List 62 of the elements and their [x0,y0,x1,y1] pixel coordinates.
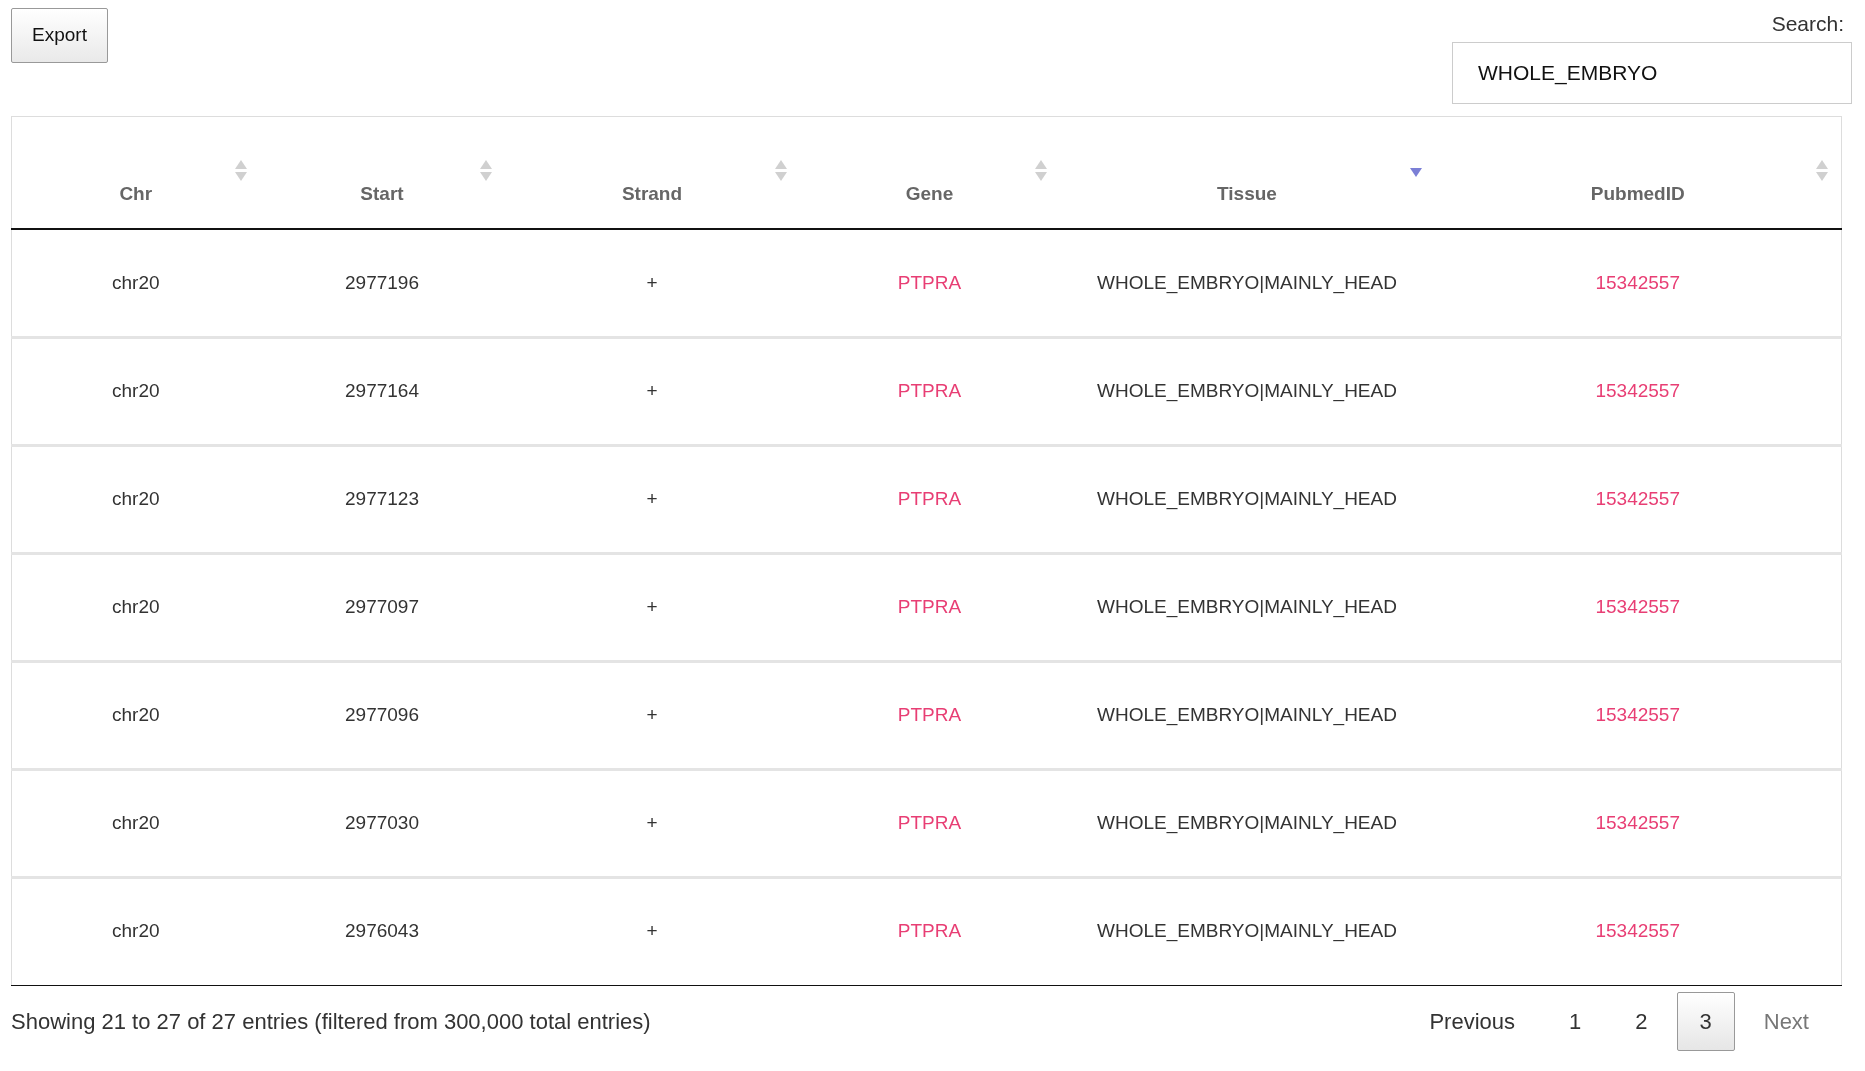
column-header[interactable]: Chr [119,182,153,204]
pubmed-link[interactable]: 15342557 [1595,595,1680,617]
strand-cell: + [646,595,658,617]
sort-arrow-icon[interactable] [1408,166,1423,179]
search-label: Search: [1771,11,1844,37]
chr-cell: chr20 [112,920,160,942]
gene-link[interactable]: PTPRA [897,703,962,725]
gene-link[interactable]: PTPRA [897,487,962,509]
gene-link[interactable]: PTPRA [897,379,962,401]
search-field[interactable]: WHOLE_EMBRYO [1452,41,1852,104]
gene-link[interactable]: PTPRA [897,595,962,617]
sort-arrows-icon[interactable] [233,158,248,183]
start-cell: 2977164 [345,379,419,401]
table-info-text: Showing 21 to 27 of 27 entries (filtered from 300,000 total entries) [11,1007,651,1036]
pubmed-link[interactable]: 15342557 [1595,487,1680,509]
strand-cell: + [646,379,658,401]
pubmed-link[interactable]: 15342557 [1595,703,1680,725]
start-cell: 2977096 [345,703,419,725]
previous-page-button[interactable]: Previous [1404,991,1540,1051]
chr-cell: chr20 [112,703,160,725]
sort-arrows-icon[interactable] [773,158,788,183]
column-header[interactable]: Tissue [1217,182,1277,204]
tissue-cell: WHOLE_EMBRYO|MAINLY_HEAD [1097,595,1397,617]
pubmed-link[interactable]: 15342557 [1595,379,1680,401]
strand-cell: + [646,487,658,509]
chr-cell: chr20 [112,487,160,509]
page-button[interactable]: 3 [1676,991,1735,1051]
start-cell: 2977123 [345,487,419,509]
tissue-cell: WHOLE_EMBRYO|MAINLY_HEAD [1097,487,1397,509]
page-button[interactable]: 1 [1544,991,1607,1051]
gene-link[interactable]: PTPRA [897,920,962,942]
sort-arrows-icon[interactable] [1033,158,1048,183]
tissue-cell: WHOLE_EMBRYO|MAINLY_HEAD [1097,379,1397,401]
tissue-cell: WHOLE_EMBRYO|MAINLY_HEAD [1097,703,1397,725]
sort-arrows-icon[interactable] [478,158,493,183]
column-header[interactable]: Start [360,182,404,204]
tissue-cell: WHOLE_EMBRYO|MAINLY_HEAD [1097,920,1397,942]
chr-cell: chr20 [112,811,160,833]
strand-cell: + [646,920,658,942]
export-button[interactable]: Export [11,8,108,63]
start-cell: 2976043 [345,920,419,942]
tissue-cell: WHOLE_EMBRYO|MAINLY_HEAD [1097,271,1397,293]
pubmed-link[interactable]: 15342557 [1595,811,1680,833]
sort-arrows-icon[interactable] [1815,158,1829,183]
gene-link[interactable]: PTPRA [897,811,962,833]
strand-cell: + [646,703,658,725]
pubmed-link[interactable]: 15342557 [1595,271,1680,293]
column-header[interactable]: PubmedID [1590,182,1685,204]
column-header[interactable]: Strand [621,182,683,204]
strand-cell: + [646,811,658,833]
start-cell: 2977030 [345,811,419,833]
chr-cell: chr20 [112,595,160,617]
chr-cell: chr20 [112,379,160,401]
strand-cell: + [646,271,658,293]
chr-cell: chr20 [112,271,160,293]
tissue-cell: WHOLE_EMBRYO|MAINLY_HEAD [1097,811,1397,833]
start-cell: 2977097 [345,595,419,617]
page-button[interactable]: 2 [1610,991,1673,1051]
gene-link[interactable]: PTPRA [897,271,962,293]
start-cell: 2977196 [345,271,419,293]
pubmed-link[interactable]: 15342557 [1595,920,1680,942]
column-header[interactable]: Gene [905,182,954,204]
